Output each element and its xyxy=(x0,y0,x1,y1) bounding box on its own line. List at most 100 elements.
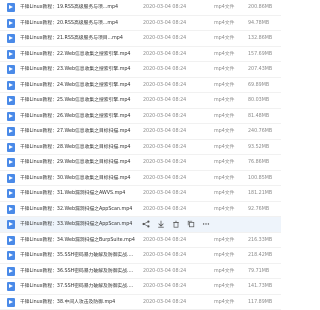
file-row[interactable]: 千锋Linux教程：27.Web信息收集之目标扫描.mp42020-03-04 … xyxy=(0,124,281,140)
file-date: 2020-03-04 08:24 xyxy=(143,143,186,152)
file-size: 157.69MB xyxy=(248,50,272,59)
file-name[interactable]: 千锋Linux教程：36.SSH密码暴力破解及防御实战.mp4 xyxy=(20,267,135,276)
file-size: 93.52MB xyxy=(248,143,269,152)
file-list: 千锋Linux教程：19.RSS高级服务与项...mp4 2020-03-04 0… xyxy=(0,0,281,300)
file-type: mp4文件 xyxy=(214,236,234,245)
file-row[interactable]: 千锋Linux教程：23.Web信息收集之搜索引擎.mp4 2020-03-04 … xyxy=(0,62,281,78)
file-date: 2020-03-04 08:24 xyxy=(143,50,186,59)
video-file-icon xyxy=(7,251,15,260)
file-row[interactable]: 千锋Linux教程：22.Web信息收集之搜索引擎.mp4 2020-03-04 … xyxy=(0,47,281,63)
file-size: 79.71MB xyxy=(248,267,269,276)
file-row[interactable]: 千锋Linux教程：25.Web信息收集之搜索引擎.mp42020-03-04 … xyxy=(0,93,281,109)
file-name[interactable]: 千锋Linux教程：19.RSS高级服务与项...mp4 xyxy=(20,3,135,12)
file-name[interactable]: 千锋Linux教程：31.Web漏洞扫描之AWVS.mp4 xyxy=(20,189,135,198)
video-file-icon xyxy=(7,220,15,229)
file-name[interactable]: 千锋Linux教程：21.RSS高级服务与项目...mp4 xyxy=(20,34,135,43)
copy-icon[interactable] xyxy=(187,220,195,228)
file-name[interactable]: 千锋Linux教程：30.Web信息收集之目标扫描.mp4 xyxy=(20,174,135,183)
file-size: 200.86MB xyxy=(248,3,272,12)
file-size: 141.73MB xyxy=(248,282,272,291)
file-size: 181.21MB xyxy=(248,189,272,198)
file-row[interactable]: 千锋Linux教程：34.Web漏洞扫描之BurpSuite.mp4 2020-0… xyxy=(0,233,281,249)
file-row[interactable]: 千锋Linux教程：24.Web信息收集之搜索引擎.mp42020-03-04 … xyxy=(0,78,281,94)
download-icon[interactable] xyxy=(157,220,165,228)
file-name[interactable]: 千锋Linux教程：24.Web信息收集之搜索引擎.mp4 xyxy=(20,81,135,90)
file-row[interactable]: 千锋Linux教程：38.中间人攻击及防御.mp4 2020-03-04 08:2… xyxy=(0,295,281,310)
file-name[interactable]: 千锋Linux教程：32.Web漏洞扫描之AppScan.mp4 xyxy=(20,205,135,214)
file-name[interactable]: 千锋Linux教程：35.SSH密码暴力破解及防御实战.mp4 xyxy=(20,251,135,260)
file-row[interactable]: 千锋Linux教程：19.RSS高级服务与项...mp42020-03-04 0… xyxy=(0,0,281,16)
video-file-icon xyxy=(7,34,15,43)
video-file-icon xyxy=(7,205,15,214)
file-date: 2020-03-04 08:24 xyxy=(143,174,186,183)
file-date: 2020-03-04 08:24 xyxy=(143,282,186,291)
file-date: 2020-03-04 08:24 xyxy=(143,19,186,28)
file-type: mp4文件 xyxy=(214,189,234,198)
file-date: 2020-03-04 08:24 xyxy=(143,298,186,307)
file-row[interactable]: 千锋Linux教程：21.RSS高级服务与项目...mp4 2020-03-04 … xyxy=(0,31,281,47)
file-date: 2020-03-04 08:24 xyxy=(143,267,186,276)
file-row[interactable]: 千锋Linux教程：30.Web信息收集之目标扫描.mp4 2020-03-04 … xyxy=(0,171,281,187)
file-size: 100.85MB xyxy=(248,174,272,183)
file-size: 76.86MB xyxy=(248,158,269,167)
file-type: mp4文件 xyxy=(214,34,234,43)
file-type: mp4文件 xyxy=(214,282,234,291)
file-date: 2020-03-04 08:24 xyxy=(143,34,186,43)
file-name[interactable]: 千锋Linux教程：27.Web信息收集之目标扫描.mp4 xyxy=(20,127,135,136)
more-icon[interactable] xyxy=(202,220,210,228)
file-size: 216.33MB xyxy=(248,236,272,245)
video-file-icon xyxy=(7,267,15,276)
file-name[interactable]: 千锋Linux教程：26.Web信息收集之搜索引擎.mp4 xyxy=(20,112,135,121)
video-file-icon xyxy=(7,127,15,136)
file-row[interactable]: 千锋Linux教程：36.SSH密码暴力破解及防御实战.mp4 2020-03-0… xyxy=(0,264,281,280)
file-type: mp4文件 xyxy=(214,267,234,276)
file-name[interactable]: 千锋Linux教程：22.Web信息收集之搜索引擎.mp4 xyxy=(20,50,135,59)
file-name[interactable]: 千锋Linux教程：33.Web漏洞扫描之AppScan.mp4 xyxy=(20,220,135,229)
file-name[interactable]: 千锋Linux教程：25.Web信息收集之搜索引擎.mp4 xyxy=(20,96,135,105)
video-file-icon xyxy=(7,19,15,28)
video-file-icon xyxy=(7,96,15,105)
file-type: mp4文件 xyxy=(214,19,234,28)
video-file-icon xyxy=(7,158,15,167)
file-type: mp4文件 xyxy=(214,50,234,59)
file-name[interactable]: 千锋Linux教程：28.Web信息收集之目标扫描.mp4 xyxy=(20,143,135,152)
file-row[interactable]: 千锋Linux教程：31.Web漏洞扫描之AWVS.mp4 2020-03-04 … xyxy=(0,186,281,202)
file-row[interactable]: 千锋Linux教程：20.RSS高级服务与项...mp4 2020-03-04 0… xyxy=(0,16,281,32)
delete-icon[interactable] xyxy=(172,220,180,228)
file-row[interactable]: 千锋Linux教程：37.SSH密码暴力破解及防御实战.mp4 2020-03-0… xyxy=(0,279,281,295)
file-type: mp4文件 xyxy=(214,112,234,121)
video-file-icon xyxy=(7,112,15,121)
file-date: 2020-03-04 08:24 xyxy=(143,236,186,245)
video-file-icon xyxy=(7,282,15,291)
file-size: 69.89MB xyxy=(248,81,269,90)
file-date: 2020-03-04 08:24 xyxy=(143,205,186,214)
file-name[interactable]: 千锋Linux教程：34.Web漏洞扫描之BurpSuite.mp4 xyxy=(20,236,135,245)
video-file-icon xyxy=(7,189,15,198)
file-row[interactable]: 千锋Linux教程：28.Web信息收集之目标扫描.mp4 2020-03-04 … xyxy=(0,140,281,156)
file-date: 2020-03-04 08:24 xyxy=(143,251,186,260)
file-size: 218.42MB xyxy=(248,251,272,260)
file-name[interactable]: 千锋Linux教程：29.Web信息收集之目标扫描.mp4 xyxy=(20,158,135,167)
file-size: 132.86MB xyxy=(248,34,272,43)
file-row[interactable]: 千锋Linux教程：33.Web漏洞扫描之AppScan.mp4 xyxy=(0,217,281,233)
file-name[interactable]: 千锋Linux教程：23.Web信息收集之搜索引擎.mp4 xyxy=(20,65,135,74)
file-size: 207.43MB xyxy=(248,65,272,74)
file-row[interactable]: 千锋Linux教程：32.Web漏洞扫描之AppScan.mp4 2020-03-… xyxy=(0,202,281,218)
file-name[interactable]: 千锋Linux教程：20.RSS高级服务与项...mp4 xyxy=(20,19,135,28)
video-file-icon xyxy=(7,50,15,59)
file-type: mp4文件 xyxy=(214,3,234,12)
file-type: mp4文件 xyxy=(214,298,234,307)
video-file-icon xyxy=(7,174,15,183)
file-row[interactable]: 千锋Linux教程：29.Web信息收集之目标扫描.mp4 2020-03-04 … xyxy=(0,155,281,171)
file-row[interactable]: 千锋Linux教程：35.SSH密码暴力破解及防御实战.mp4 2020-03-0… xyxy=(0,248,281,264)
file-date: 2020-03-04 08:24 xyxy=(143,189,186,198)
file-date: 2020-03-04 08:24 xyxy=(143,158,186,167)
file-type: mp4文件 xyxy=(214,81,234,90)
share-icon[interactable] xyxy=(142,220,150,228)
file-type: mp4文件 xyxy=(214,143,234,152)
file-row[interactable]: 千锋Linux教程：26.Web信息收集之搜索引擎.mp42020-03-04 … xyxy=(0,109,281,125)
file-name[interactable]: 千锋Linux教程：38.中间人攻击及防御.mp4 xyxy=(20,298,135,307)
file-type: mp4文件 xyxy=(214,205,234,214)
file-name[interactable]: 千锋Linux教程：37.SSH密码暴力破解及防御实战.mp4 xyxy=(20,282,135,291)
file-date: 2020-03-04 08:24 xyxy=(143,65,186,74)
